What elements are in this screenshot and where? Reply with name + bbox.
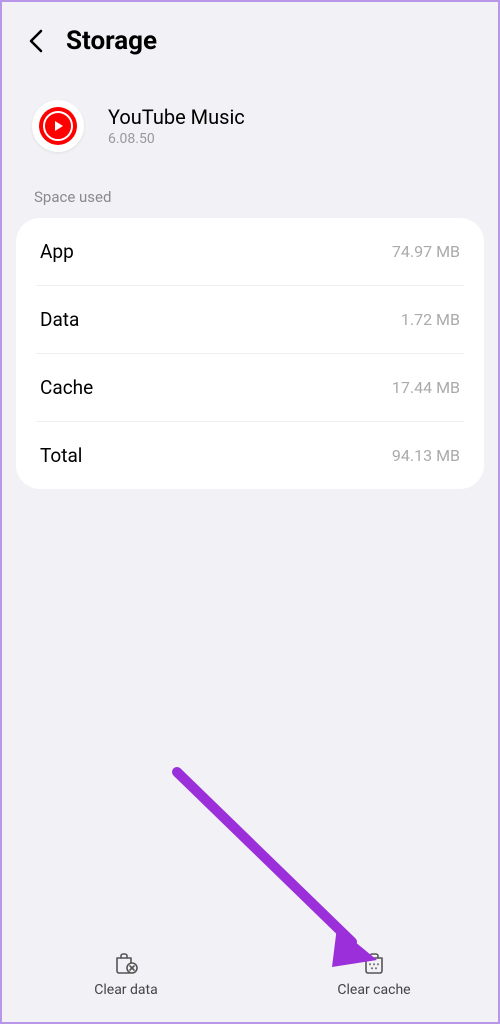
- row-label: App: [40, 240, 74, 263]
- clear-data-button[interactable]: Clear data: [2, 950, 250, 998]
- bottom-bar: Clear data Clear cache: [2, 932, 498, 1022]
- app-name: YouTube Music: [108, 105, 245, 129]
- app-version: 6.08.50: [108, 131, 245, 147]
- trash-cache-icon: [361, 950, 387, 974]
- storage-card: App 74.97 MB Data 1.72 MB Cache 17.44 MB…: [16, 218, 484, 489]
- trash-data-icon: [113, 950, 139, 974]
- clear-cache-label: Clear cache: [337, 982, 410, 998]
- storage-row: Cache 17.44 MB: [36, 354, 464, 422]
- row-value: 74.97 MB: [392, 242, 460, 261]
- row-label: Data: [40, 308, 79, 331]
- clear-cache-button[interactable]: Clear cache: [250, 950, 498, 998]
- page-title: Storage: [66, 26, 157, 56]
- app-info: YouTube Music 6.08.50: [2, 72, 498, 188]
- row-value: 1.72 MB: [401, 310, 460, 329]
- row-label: Total: [40, 444, 82, 467]
- storage-row: Total 94.13 MB: [36, 422, 464, 489]
- storage-row: App 74.97 MB: [36, 218, 464, 286]
- clear-data-label: Clear data: [94, 982, 157, 998]
- back-icon[interactable]: [26, 31, 46, 51]
- app-icon: [32, 100, 84, 152]
- row-value: 17.44 MB: [392, 378, 460, 397]
- row-value: 94.13 MB: [392, 446, 460, 465]
- storage-row: Data 1.72 MB: [36, 286, 464, 354]
- row-label: Cache: [40, 376, 93, 399]
- section-label: Space used: [2, 188, 498, 218]
- header: Storage: [2, 2, 498, 72]
